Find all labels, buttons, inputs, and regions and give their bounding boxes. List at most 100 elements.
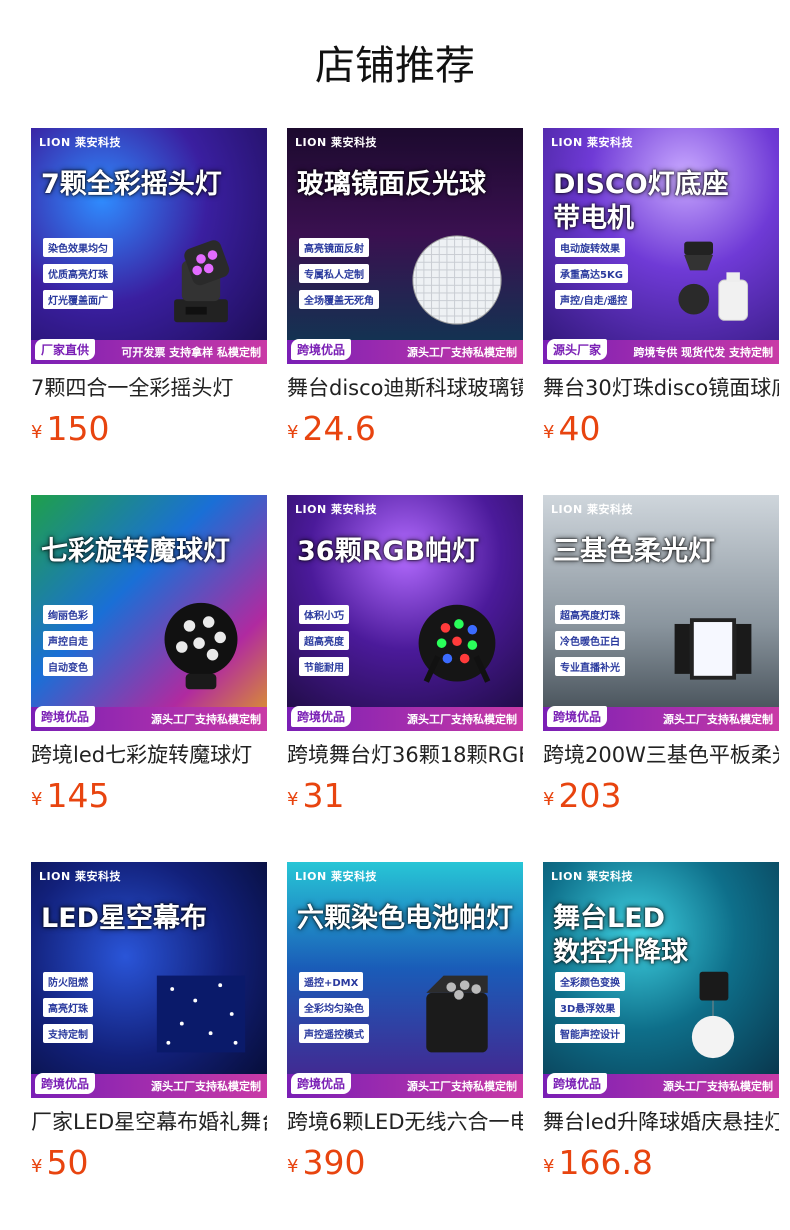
brand-logo: LION 莱安科技 [295,503,377,516]
mirror-ball-icon [409,232,505,328]
brand-logo: LION 莱安科技 [295,136,377,149]
product-card[interactable]: LION 莱安科技 LED星空幕布 防火阻燃 高亮灯珠 支持定制 跨境优品 源头工厂… [31,862,267,1184]
product-image[interactable]: 七彩旋转魔球灯 绚丽色彩 声控自走 自动变色 跨境优品 源头工厂支持私模定制 [31,495,267,731]
product-card[interactable]: LION 莱安科技 舞台LED 数控升降球 全彩颜色变换 3D悬浮效果 智能声控设计… [543,862,779,1184]
image-headline: 六颗染色电池帕灯 [297,903,513,934]
image-slogan: 源头工厂支持私模定制 [151,1080,261,1093]
currency-symbol: ¥ [287,1156,299,1177]
product-image[interactable]: LION 莱安科技 36颗RGB帕灯 体积小巧 超高亮度 节能耐用 跨境优品 源头工… [287,495,523,731]
currency-symbol: ¥ [287,789,299,810]
image-badge: 跨境优品 [291,706,352,727]
price-value: 150 [46,409,110,448]
feature-tag: 灯光覆盖面广 [43,290,113,309]
product-card[interactable]: LION 莱安科技 36颗RGB帕灯 体积小巧 超高亮度 节能耐用 跨境优品 源头工… [287,495,523,817]
image-badge: 厂家直供 [35,339,96,360]
product-price: ¥24.6 [287,408,523,450]
image-slogan: 源头工厂支持私模定制 [407,713,517,726]
brand-logo: LION 莱安科技 [551,136,633,149]
price-value: 24.6 [302,409,376,448]
feature-tags: 体积小巧 超高亮度 节能耐用 [299,605,349,683]
product-card[interactable]: LION 莱安科技 六颗染色电池帕灯 遥控+DMX 全彩均匀染色 声控遥控模式 跨境… [287,862,523,1184]
image-badge: 跨境优品 [291,339,352,360]
product-image[interactable]: LION 莱安科技 玻璃镜面反光球 高亮镜面反射 专属私人定制 全场覆盖无死角 跨境… [287,128,523,364]
feature-tag: 智能声控设计 [555,1024,625,1043]
product-price: ¥31 [287,775,523,817]
product-name[interactable]: 跨境舞台灯36颗18颗RGB帕灯 [287,737,523,773]
feature-tag: 专属私人定制 [299,264,369,283]
currency-symbol: ¥ [31,789,43,810]
feature-tag: 声控/自走/遥控 [555,290,633,309]
product-image[interactable]: LION 莱安科技 六颗染色电池帕灯 遥控+DMX 全彩均匀染色 声控遥控模式 跨境… [287,862,523,1098]
product-image[interactable]: LION 莱安科技 舞台LED 数控升降球 全彩颜色变换 3D悬浮效果 智能声控设计… [543,862,779,1098]
product-image[interactable]: LION 莱安科技 7颗全彩摇头灯 染色效果均匀 优质高亮灯珠 灯光覆盖面广 厂家直… [31,128,267,364]
product-name[interactable]: 跨境6颗LED无线六合一电池帕灯 [287,1104,523,1140]
feature-tag: 绚丽色彩 [43,605,93,624]
image-badge: 跨境优品 [547,706,608,727]
product-price: ¥50 [31,1142,267,1184]
feature-tags: 超高亮度灯珠 冷色暖色正白 专业直播补光 [555,605,625,683]
currency-symbol: ¥ [543,422,555,443]
product-name[interactable]: 跨境led七彩旋转魔球灯 [31,737,267,773]
product-name[interactable]: 舞台led升降球婚庆悬挂灯 [543,1104,779,1140]
page-title: 店铺推荐 [315,43,475,89]
product-name[interactable]: 舞台30灯珠disco镜面球底座带电机 [543,370,779,406]
brand-logo: LION 莱安科技 [39,870,121,883]
price-value: 145 [46,776,110,815]
feature-tags: 高亮镜面反射 专属私人定制 全场覆盖无死角 [299,238,379,316]
product-card[interactable]: 七彩旋转魔球灯 绚丽色彩 声控自走 自动变色 跨境优品 源头工厂支持私模定制 跨境l… [31,495,267,817]
product-image[interactable]: LION 莱安科技 DISCO灯底座 带电机 电动旋转效果 承重高达5KG 声控/自… [543,128,779,364]
currency-symbol: ¥ [287,422,299,443]
magic-ball-light-icon [153,599,249,695]
feature-tag: 3D悬浮效果 [555,998,621,1017]
price-value: 40 [558,409,601,448]
feature-tag: 全彩均匀染色 [299,998,369,1017]
image-slogan: 源头工厂支持私模定制 [663,1080,773,1093]
feature-tags: 绚丽色彩声控自走自动变色 [43,605,93,683]
battery-par-light-icon [409,966,505,1062]
currency-symbol: ¥ [31,422,43,443]
image-slogan: 源头工厂支持私模定制 [407,1080,517,1093]
currency-symbol: ¥ [543,789,555,810]
product-image[interactable]: LION 莱安科技 三基色柔光灯 超高亮度灯珠 冷色暖色正白 专业直播补光 跨境优品… [543,495,779,731]
feature-tags: 全彩颜色变换 3D悬浮效果 智能声控设计 [555,972,625,1050]
feature-tag: 节能耐用 [299,657,349,676]
product-name[interactable]: 跨境200W三基色平板柔光灯 [543,737,779,773]
feature-tag: 全彩颜色变换 [555,972,625,991]
feature-tag: 高亮灯珠 [43,998,93,1017]
product-card[interactable]: LION 莱安科技 三基色柔光灯 超高亮度灯珠 冷色暖色正白 专业直播补光 跨境优品… [543,495,779,817]
currency-symbol: ¥ [543,1156,555,1177]
image-headline: LED星空幕布 [41,903,208,934]
motor-base-icon [665,232,761,328]
price-value: 50 [46,1143,89,1182]
feature-tag: 声控自走 [43,631,93,650]
image-headline: DISCO灯底座 带电机 [553,169,729,234]
image-badge: 跨境优品 [547,1073,608,1094]
moving-head-light-icon [153,232,249,328]
image-slogan: 源头工厂支持私模定制 [407,346,517,359]
price-value: 31 [302,776,345,815]
image-headline: 7颗全彩摇头灯 [41,169,222,200]
feature-tag: 自动变色 [43,657,93,676]
feature-tag: 冷色暖色正白 [555,631,625,650]
price-value: 390 [302,1143,366,1182]
brand-logo: LION 莱安科技 [39,136,121,149]
product-card[interactable]: LION 莱安科技 DISCO灯底座 带电机 电动旋转效果 承重高达5KG 声控/自… [543,128,779,450]
product-card[interactable]: LION 莱安科技 玻璃镜面反光球 高亮镜面反射 专属私人定制 全场覆盖无死角 跨境… [287,128,523,450]
product-name[interactable]: 7颗四合一全彩摇头灯 [31,370,267,406]
image-headline: 舞台LED 数控升降球 [553,903,688,968]
currency-symbol: ¥ [31,1156,43,1177]
product-card[interactable]: LION 莱安科技 7颗全彩摇头灯 染色效果均匀 优质高亮灯珠 灯光覆盖面广 厂家直… [31,128,267,450]
image-badge: 源头厂家 [547,339,608,360]
feature-tag: 超高亮度灯珠 [555,605,625,624]
product-name[interactable]: 舞台disco迪斯科球玻璃镜面反光球 [287,370,523,406]
image-headline: 玻璃镜面反光球 [297,169,486,200]
product-image[interactable]: LION 莱安科技 LED星空幕布 防火阻燃 高亮灯珠 支持定制 跨境优品 源头工厂… [31,862,267,1098]
soft-panel-light-icon [665,599,761,695]
image-slogan: 可开发票 支持拿样 私模定制 [121,346,261,359]
product-name[interactable]: 厂家LED星空幕布婚礼舞台背景 [31,1104,267,1140]
image-badge: 跨境优品 [35,706,96,727]
feature-tags: 防火阻燃 高亮灯珠 支持定制 [43,972,93,1050]
feature-tag: 超高亮度 [299,631,349,650]
par-light-icon [409,599,505,695]
feature-tags: 染色效果均匀 优质高亮灯珠 灯光覆盖面广 [43,238,113,316]
